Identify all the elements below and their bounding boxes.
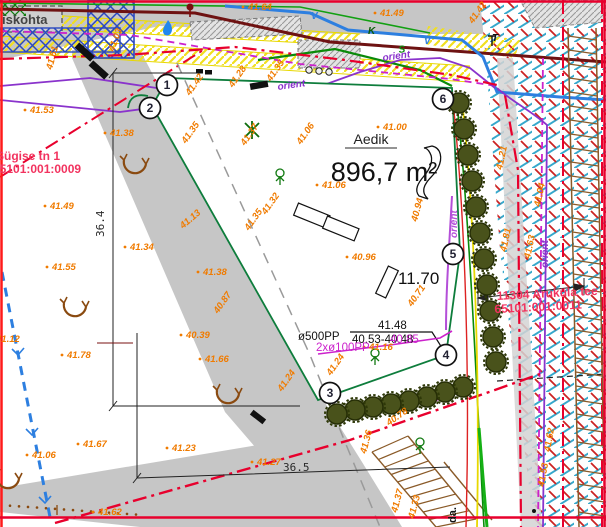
dimension-label: 11.70 bbox=[398, 269, 439, 288]
elevation-label: 41.38 bbox=[109, 128, 134, 139]
utility-label: orient bbox=[540, 240, 551, 268]
elevation-label: 41.49 bbox=[379, 8, 404, 19]
elevation-label: 41.38 bbox=[202, 267, 227, 278]
top-left-label: iskohta bbox=[2, 12, 48, 27]
elevation-label: 40.39 bbox=[185, 330, 210, 341]
elevation-label: 41.12 bbox=[0, 334, 20, 345]
elevation-label: 41.55 bbox=[51, 262, 76, 273]
area-title: Aedik bbox=[353, 131, 389, 147]
elevation-label: 41.53 bbox=[29, 105, 54, 116]
elevation-label: 41.34 bbox=[129, 242, 154, 253]
pipe-elev-100: 40.85 bbox=[390, 334, 419, 346]
elevation-label: 40.96 bbox=[351, 252, 376, 263]
elevation-label: 41.66 bbox=[204, 354, 229, 365]
utility-label: K bbox=[368, 26, 376, 37]
parcel-left-name: Sügise tn 1 bbox=[0, 149, 60, 163]
elevation-label: 41.62 bbox=[97, 507, 122, 518]
street-label: da. bbox=[447, 507, 459, 523]
pipe-label-100: 2xø100PP bbox=[316, 342, 370, 354]
boundary-point-number: 3 bbox=[327, 386, 334, 400]
boundary-point-number: 2 bbox=[147, 101, 154, 115]
dimension-label: 36.5 bbox=[283, 461, 310, 474]
elevation-label: 41.49 bbox=[49, 201, 74, 212]
parcel-left-code: 65101:001:0009 bbox=[0, 162, 81, 176]
elevation-label: 41.64 bbox=[247, 2, 272, 13]
utility-label: orient bbox=[449, 210, 460, 238]
hydrant-icon bbox=[187, 4, 194, 11]
elevation-label: 41.23 bbox=[171, 443, 196, 454]
dimension-label: 36.4 bbox=[94, 210, 107, 237]
area-value: 896,7 m² bbox=[331, 157, 438, 187]
boundary-point-number: 6 bbox=[440, 92, 447, 106]
boundary-point-number: 4 bbox=[443, 348, 450, 362]
pipe-elev-top: 41.48 bbox=[378, 320, 407, 332]
elevation-label: 41.67 bbox=[82, 439, 107, 450]
boundary-point-number: 1 bbox=[164, 78, 171, 92]
elevation-label: 41.06 bbox=[31, 450, 56, 461]
utility-label: T bbox=[492, 33, 499, 44]
elevation-label: 41.27 bbox=[256, 457, 281, 468]
site-plan-canvas: 41.6441.4941.4241.0341.6141.5341.3841.28… bbox=[0, 0, 606, 527]
site-plan-svg: 41.6441.4941.4241.0341.6141.5341.3841.28… bbox=[0, 0, 606, 527]
boundary-point-number: 5 bbox=[450, 247, 457, 261]
elevation-label: 41.78 bbox=[66, 350, 91, 361]
